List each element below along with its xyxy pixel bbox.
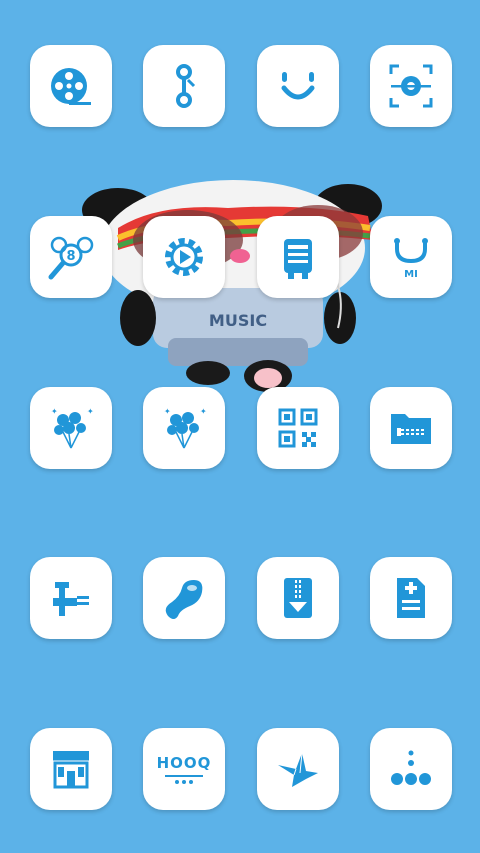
faucet-icon [53, 582, 89, 616]
app-bean[interactable] [143, 557, 225, 639]
scan-eye-icon [389, 64, 433, 108]
svg-text:✦: ✦ [51, 407, 58, 416]
svg-text:MUSIC: MUSIC [209, 311, 267, 330]
panda-wallpaper: MUSIC [82, 180, 382, 392]
svg-text:✦: ✦ [200, 407, 207, 416]
app-pool-balls[interactable]: 8 [30, 216, 112, 298]
smile-face-icon [281, 72, 315, 100]
balloons-icon: ✦ ✦ [164, 407, 207, 449]
hooq-label: HOOQ [156, 754, 212, 772]
svg-text:✦: ✦ [164, 407, 171, 416]
origami-bird-icon [278, 752, 318, 787]
app-balloons-1[interactable]: ✦ ✦ [30, 387, 112, 469]
qr-code-icon [278, 408, 318, 448]
store-icon [53, 751, 89, 789]
app-scanner[interactable] [370, 45, 452, 127]
app-mi-headset[interactable]: MI [370, 216, 452, 298]
dots-icon [391, 750, 431, 785]
app-qr-code[interactable] [257, 387, 339, 469]
pool-balls-icon: 8 [48, 236, 94, 280]
app-settings-player[interactable] [143, 216, 225, 298]
app-smile[interactable] [257, 45, 339, 127]
app-balloons-2[interactable]: ✦ ✦ [143, 387, 225, 469]
app-dots[interactable] [370, 728, 452, 810]
app-store[interactable] [30, 728, 112, 810]
zip-download-icon [284, 578, 312, 618]
app-connector[interactable] [143, 45, 225, 127]
zip-folder-icon [391, 414, 431, 444]
hooq-logo-icon: HOOQ [157, 754, 212, 784]
app-hooq[interactable]: HOOQ [143, 728, 225, 810]
svg-text:8: 8 [66, 249, 75, 264]
svg-text:✦: ✦ [87, 407, 94, 416]
app-film-reel[interactable] [30, 45, 112, 127]
film-reel-icon [51, 68, 91, 105]
app-robot[interactable] [257, 216, 339, 298]
connector-icon [176, 64, 196, 108]
mi-label: MI [404, 269, 418, 280]
medical-report-icon [397, 578, 425, 618]
app-medical-report[interactable] [370, 557, 452, 639]
app-faucet[interactable] [30, 557, 112, 639]
app-origami-bird[interactable] [257, 728, 339, 810]
robot-icon [284, 239, 312, 279]
balloons-icon: ✦ ✦ [51, 407, 94, 449]
bean-icon [165, 580, 203, 619]
mi-headset-icon: MI [394, 238, 428, 280]
app-zip-folder[interactable] [370, 387, 452, 469]
gear-play-icon [165, 238, 203, 276]
app-zip-download[interactable] [257, 557, 339, 639]
